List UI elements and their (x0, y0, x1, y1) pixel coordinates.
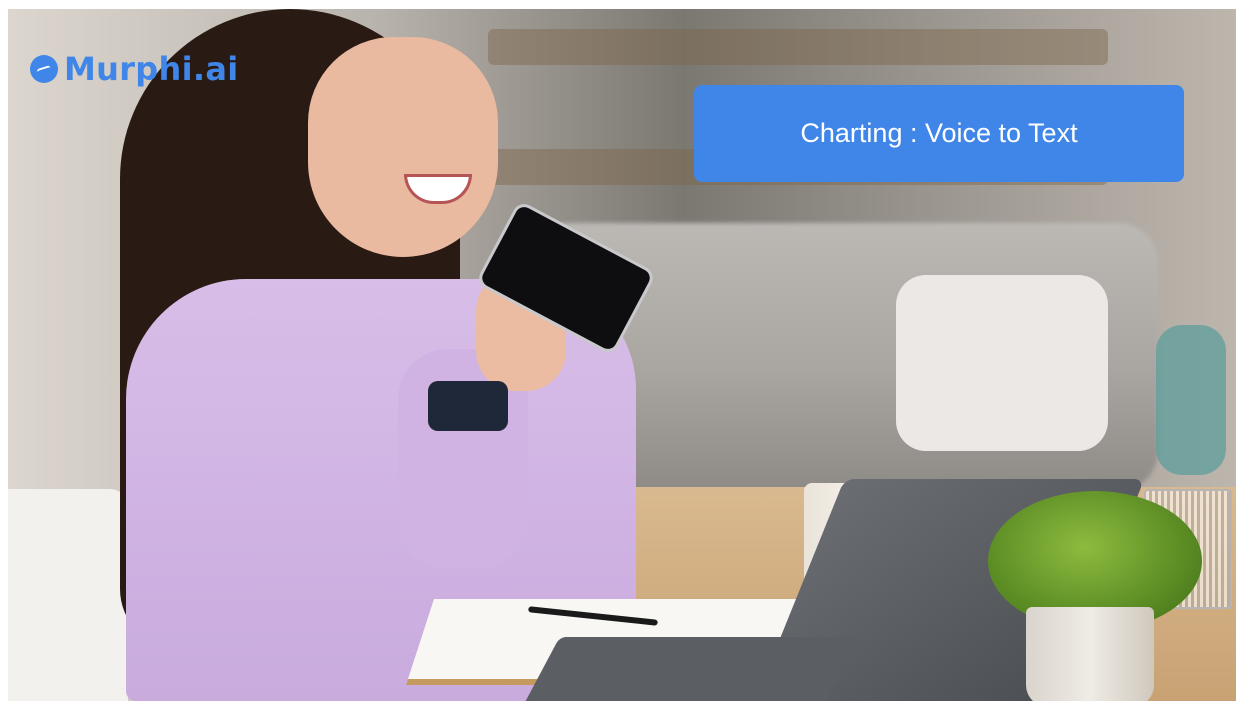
chair (8, 489, 128, 701)
murphi-logo: Murphi.ai (30, 50, 238, 88)
murphi-logo-icon (30, 55, 58, 83)
smartwatch (428, 381, 508, 431)
woman-face (308, 37, 498, 257)
title-banner: Charting : Voice to Text (694, 85, 1184, 182)
plant-pot (1026, 607, 1154, 701)
background-shelf (488, 29, 1108, 65)
sofa-cushion (896, 275, 1108, 451)
banner-title: Charting : Voice to Text (800, 118, 1078, 148)
laptop-keyboard (520, 637, 860, 701)
vase (1156, 325, 1226, 475)
logo-text: Murphi.ai (64, 50, 239, 88)
